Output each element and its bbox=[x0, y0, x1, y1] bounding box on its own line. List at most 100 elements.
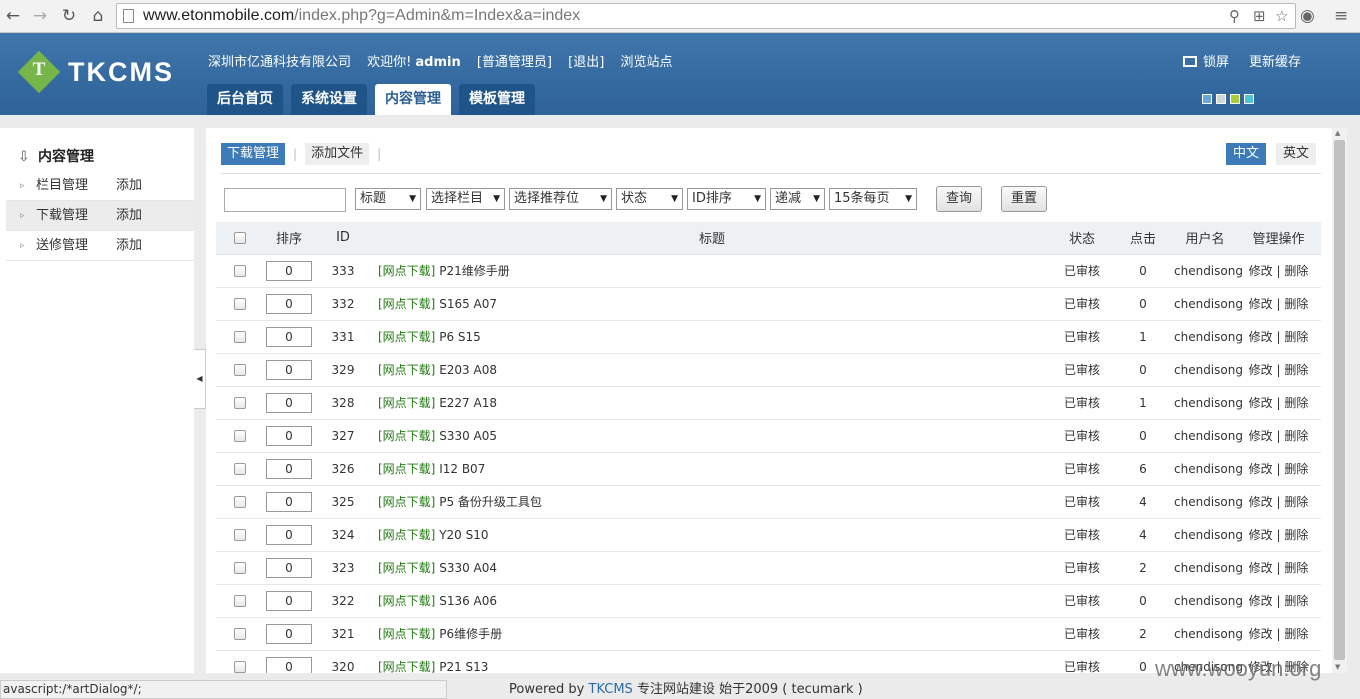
delete-link[interactable]: 删除 bbox=[1284, 297, 1308, 311]
delete-link[interactable]: 删除 bbox=[1284, 594, 1308, 608]
row-checkbox[interactable] bbox=[234, 265, 246, 277]
order-input[interactable]: 0 bbox=[266, 491, 312, 512]
skin-dot[interactable] bbox=[1216, 94, 1226, 104]
edit-link[interactable]: 修改 bbox=[1249, 429, 1273, 443]
scroll-down-icon[interactable]: ▼ bbox=[1335, 663, 1340, 671]
title-link[interactable]: Y20 S10 bbox=[439, 528, 488, 542]
collapse-sidebar-handle[interactable]: ◀ bbox=[194, 349, 206, 409]
edit-link[interactable]: 修改 bbox=[1249, 528, 1273, 542]
reload-icon[interactable]: ↻ bbox=[58, 5, 80, 27]
delete-link[interactable]: 删除 bbox=[1284, 561, 1308, 575]
title-link[interactable]: E203 A08 bbox=[439, 363, 497, 377]
order-input[interactable]: 0 bbox=[266, 458, 312, 479]
skin-dot[interactable] bbox=[1230, 94, 1240, 104]
delete-link[interactable]: 删除 bbox=[1284, 264, 1308, 278]
menu-icon[interactable]: ≡ bbox=[1334, 5, 1348, 27]
sidebar-item-columns[interactable]: ▹ 栏目管理 添加 bbox=[6, 171, 194, 201]
category-link[interactable]: [网点下载] bbox=[378, 495, 435, 509]
delete-link[interactable]: 删除 bbox=[1284, 363, 1308, 377]
sidebar-item-repairs[interactable]: ▹ 送修管理 添加 bbox=[6, 231, 194, 261]
edit-link[interactable]: 修改 bbox=[1249, 561, 1273, 575]
position-select[interactable]: 选择推荐位 ▼ bbox=[509, 188, 612, 210]
row-checkbox[interactable] bbox=[234, 364, 246, 376]
order-input[interactable]: 0 bbox=[266, 260, 312, 281]
edit-link[interactable]: 修改 bbox=[1249, 627, 1273, 641]
delete-link[interactable]: 删除 bbox=[1284, 627, 1308, 641]
category-link[interactable]: [网点下载] bbox=[378, 561, 435, 575]
column-header[interactable]: 状态 bbox=[1052, 222, 1112, 255]
edit-link[interactable]: 修改 bbox=[1249, 594, 1273, 608]
order-input[interactable]: 0 bbox=[266, 623, 312, 644]
title-link[interactable]: I12 B07 bbox=[439, 462, 485, 476]
category-link[interactable]: [网点下载] bbox=[378, 297, 435, 311]
delete-link[interactable]: 删除 bbox=[1284, 528, 1308, 542]
edit-link[interactable]: 修改 bbox=[1249, 495, 1273, 509]
sidebar-add-link[interactable]: 添加 bbox=[116, 231, 142, 261]
footer-brand-link[interactable]: TKCMS bbox=[589, 682, 633, 697]
query-button[interactable]: 查询 bbox=[936, 186, 982, 212]
sidebar-item-label[interactable]: 栏目管理 bbox=[36, 171, 88, 201]
logout-link[interactable]: [退出] bbox=[568, 55, 604, 70]
sidebar-item-label[interactable]: 下载管理 bbox=[36, 201, 88, 231]
row-checkbox[interactable] bbox=[234, 628, 246, 640]
delete-link[interactable]: 删除 bbox=[1284, 495, 1308, 509]
select-all-checkbox[interactable] bbox=[234, 231, 246, 244]
title-link[interactable]: E227 A18 bbox=[439, 396, 497, 410]
row-checkbox[interactable] bbox=[234, 331, 246, 343]
column-header[interactable]: ID bbox=[314, 222, 372, 255]
category-link[interactable]: [网点下载] bbox=[378, 429, 435, 443]
back-icon[interactable]: ← bbox=[2, 5, 24, 27]
row-checkbox[interactable] bbox=[234, 463, 246, 475]
home-icon[interactable]: ⌂ bbox=[87, 5, 109, 27]
row-checkbox[interactable] bbox=[234, 562, 246, 574]
tab-templates[interactable]: 模板管理 bbox=[459, 84, 535, 115]
globe-icon[interactable]: ◉ bbox=[1300, 5, 1315, 27]
category-link[interactable]: [网点下载] bbox=[378, 627, 435, 641]
tab-settings[interactable]: 系统设置 bbox=[291, 84, 367, 115]
category-link[interactable]: [网点下载] bbox=[378, 264, 435, 278]
title-link[interactable]: P6 S15 bbox=[439, 330, 481, 344]
row-checkbox[interactable] bbox=[234, 529, 246, 541]
delete-link[interactable]: 删除 bbox=[1284, 330, 1308, 344]
reset-button[interactable]: 重置 bbox=[1001, 186, 1047, 212]
delete-link[interactable]: 删除 bbox=[1284, 462, 1308, 476]
edit-link[interactable]: 修改 bbox=[1249, 462, 1273, 476]
pin-icon[interactable]: ⚲ bbox=[1229, 7, 1240, 25]
column-header[interactable]: 用户名 bbox=[1174, 222, 1236, 255]
row-checkbox[interactable] bbox=[234, 595, 246, 607]
edit-link[interactable]: 修改 bbox=[1249, 264, 1273, 278]
subtab-add-file[interactable]: 添加文件 bbox=[305, 143, 370, 165]
column-header[interactable]: 标题 bbox=[372, 222, 1052, 255]
order-input[interactable]: 0 bbox=[266, 590, 312, 611]
category-link[interactable]: [网点下载] bbox=[378, 363, 435, 377]
title-link[interactable]: P21 S13 bbox=[439, 660, 488, 673]
title-link[interactable]: S165 A07 bbox=[439, 297, 497, 311]
tab-home[interactable]: 后台首页 bbox=[207, 84, 283, 115]
skin-dot[interactable] bbox=[1244, 94, 1254, 104]
order-input[interactable]: 0 bbox=[266, 557, 312, 578]
order-input[interactable]: 0 bbox=[266, 425, 312, 446]
sidebar-item-downloads[interactable]: ▹ 下载管理 添加 bbox=[6, 201, 194, 231]
row-checkbox[interactable] bbox=[234, 397, 246, 409]
sort-field-select[interactable]: ID排序 ▼ bbox=[687, 188, 766, 210]
order-input[interactable]: 0 bbox=[266, 524, 312, 545]
star-icon[interactable]: ☆ bbox=[1275, 7, 1288, 25]
search-input[interactable] bbox=[224, 188, 346, 212]
column-header[interactable]: 点击 bbox=[1112, 222, 1174, 255]
row-checkbox[interactable] bbox=[234, 298, 246, 310]
sidebar-add-link[interactable]: 添加 bbox=[116, 171, 142, 201]
scrollbar[interactable]: ▲ ▼ bbox=[1332, 128, 1347, 673]
sidebar-item-label[interactable]: 送修管理 bbox=[36, 231, 88, 261]
lang-chinese-button[interactable]: 中文 bbox=[1225, 143, 1266, 165]
status-select[interactable]: 状态 ▼ bbox=[616, 188, 683, 210]
category-link[interactable]: [网点下载] bbox=[378, 396, 435, 410]
scroll-up-icon[interactable]: ▲ bbox=[1335, 129, 1340, 137]
field-select[interactable]: 标题 ▼ bbox=[355, 188, 421, 210]
title-link[interactable]: S136 A06 bbox=[439, 594, 497, 608]
edit-link[interactable]: 修改 bbox=[1249, 363, 1273, 377]
edit-link[interactable]: 修改 bbox=[1249, 297, 1273, 311]
row-checkbox[interactable] bbox=[234, 496, 246, 508]
sidebar-add-link[interactable]: 添加 bbox=[116, 201, 142, 231]
forward-icon[interactable]: → bbox=[29, 5, 51, 27]
category-link[interactable]: [网点下载] bbox=[378, 330, 435, 344]
